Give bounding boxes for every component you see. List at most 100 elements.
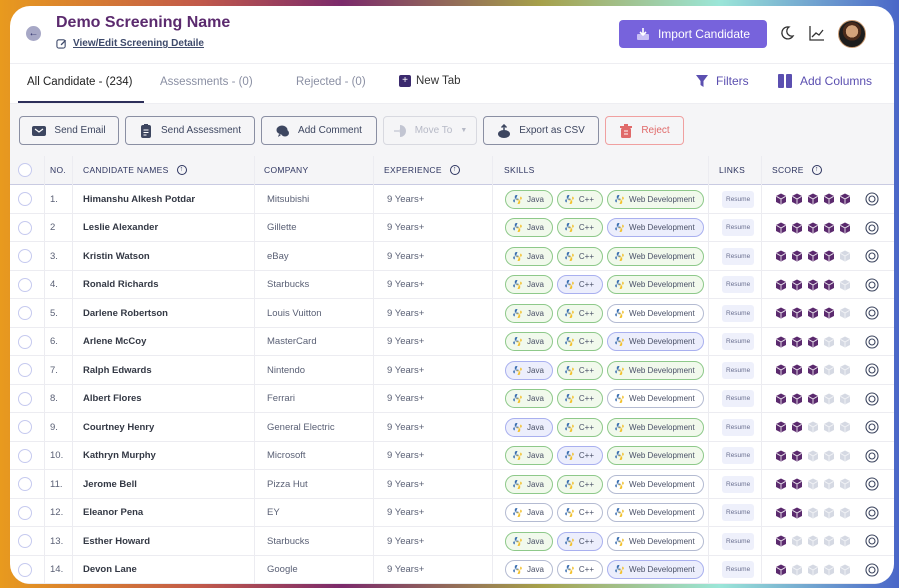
candidate-name[interactable]: Courtney Henry xyxy=(83,413,154,441)
skill-chip[interactable]: Web Development xyxy=(607,332,704,351)
skill-chip[interactable]: Java xyxy=(505,560,553,579)
send-assessment-button[interactable]: Send Assessment xyxy=(125,116,255,145)
view-icon[interactable] xyxy=(865,220,879,235)
back-arrow-icon[interactable]: ← xyxy=(26,26,41,41)
row-checkbox[interactable] xyxy=(18,420,32,434)
skill-chip[interactable]: Web Development xyxy=(607,560,704,579)
skill-chip[interactable]: C++ xyxy=(556,560,604,579)
skill-chip[interactable]: C++ xyxy=(556,218,604,237)
move-to-dropdown[interactable]: Move To ▼ xyxy=(383,116,477,145)
candidate-name[interactable]: Albert Flores xyxy=(83,385,142,413)
edit-screening-link[interactable]: View/Edit Screening Detaile xyxy=(56,38,204,49)
skill-chip[interactable]: Java xyxy=(505,417,553,437)
row-checkbox[interactable] xyxy=(18,249,32,263)
skill-chip[interactable]: Java xyxy=(505,303,553,323)
tab-rejected[interactable]: Rejected - (0) xyxy=(296,76,366,88)
view-icon[interactable] xyxy=(865,249,879,263)
export-csv-button[interactable]: Export as CSV xyxy=(483,116,599,145)
resume-link[interactable]: Resume xyxy=(722,190,755,208)
resume-link[interactable]: Resume xyxy=(722,532,755,550)
view-icon[interactable] xyxy=(865,477,879,491)
table-row[interactable]: 7. Ralph Edwards Nintendo 9 Years+ Java C… xyxy=(10,356,894,385)
skill-chip[interactable]: Java xyxy=(505,189,553,209)
tab-assessments[interactable]: Assessments - (0) xyxy=(160,76,253,88)
skill-chip[interactable]: Java xyxy=(505,389,553,408)
table-row[interactable]: 8. Albert Flores Ferrari 9 Years+ Java C+… xyxy=(10,385,894,413)
table-row[interactable]: 1. Himanshu Alkesh Potdar Mitsubishi 9 Y… xyxy=(10,185,894,214)
row-checkbox[interactable] xyxy=(18,277,32,292)
row-checkbox[interactable] xyxy=(18,363,32,377)
filters-button[interactable]: Filters xyxy=(696,74,749,88)
table-row[interactable]: 13. Esther Howard Starbucks 9 Years+ Jav… xyxy=(10,527,894,556)
view-icon[interactable] xyxy=(865,448,879,463)
skill-chip[interactable]: Web Development xyxy=(607,218,704,237)
send-email-button[interactable]: Send Email xyxy=(19,116,119,145)
row-checkbox[interactable] xyxy=(18,448,32,463)
add-columns-button[interactable]: Add Columns xyxy=(778,74,872,88)
table-row[interactable]: 11. Jerome Bell Pizza Hut 9 Years+ Java C… xyxy=(10,470,894,499)
resume-link[interactable]: Resume xyxy=(722,219,755,236)
skill-chip[interactable]: C++ xyxy=(556,474,604,494)
view-icon[interactable] xyxy=(865,192,879,206)
resume-link[interactable]: Resume xyxy=(722,504,755,521)
skill-chip[interactable]: Web Development xyxy=(607,446,704,465)
resume-link[interactable]: Resume xyxy=(722,333,755,350)
resume-link[interactable]: Resume xyxy=(722,361,755,379)
resume-link[interactable]: Resume xyxy=(722,304,755,322)
skill-chip[interactable]: Java xyxy=(505,218,553,237)
resume-link[interactable]: Resume xyxy=(722,561,755,578)
skill-chip[interactable]: C++ xyxy=(556,246,604,266)
sort-icon[interactable]: ↑ xyxy=(449,165,460,175)
column-score[interactable]: SCORE ↑ xyxy=(772,165,822,175)
resume-link[interactable]: Resume xyxy=(722,276,755,293)
import-candidate-button[interactable]: Import Candidate xyxy=(619,20,767,48)
row-checkbox[interactable] xyxy=(18,562,32,577)
skill-chip[interactable]: Java xyxy=(505,275,553,294)
skill-chip[interactable]: C++ xyxy=(556,389,604,408)
table-row[interactable]: 6. Arlene McCoy MasterCard 9 Years+ Java… xyxy=(10,328,894,356)
candidate-name[interactable]: Jerome Bell xyxy=(83,470,137,498)
candidate-name[interactable]: Kathryn Murphy xyxy=(83,442,156,470)
new-tab-button[interactable]: + New Tab xyxy=(399,75,461,87)
skill-chip[interactable]: Java xyxy=(505,332,553,351)
skill-chip[interactable]: Web Development xyxy=(607,246,704,266)
view-icon[interactable] xyxy=(865,334,879,349)
skill-chip[interactable]: C++ xyxy=(556,189,604,209)
skill-chip[interactable]: C++ xyxy=(556,503,604,522)
skill-chip[interactable]: Java xyxy=(505,446,553,465)
avatar[interactable] xyxy=(838,20,866,48)
column-experience[interactable]: EXPERIENCE ↑ xyxy=(384,165,460,175)
candidate-name[interactable]: Leslie Alexander xyxy=(83,214,158,242)
skill-chip[interactable]: C++ xyxy=(556,446,604,465)
skill-chip[interactable]: Web Development xyxy=(607,417,704,437)
add-comment-button[interactable]: Add Comment xyxy=(261,116,377,145)
skill-chip[interactable]: C++ xyxy=(556,303,604,323)
skill-chip[interactable]: C++ xyxy=(556,360,604,380)
view-icon[interactable] xyxy=(865,363,879,377)
skill-chip[interactable]: C++ xyxy=(556,531,604,551)
view-icon[interactable] xyxy=(865,391,879,406)
candidate-name[interactable]: Esther Howard xyxy=(83,527,150,555)
table-row[interactable]: 5. Darlene Robertson Louis Vuitton 9 Yea… xyxy=(10,299,894,328)
row-checkbox[interactable] xyxy=(18,534,32,548)
view-icon[interactable] xyxy=(865,505,879,520)
skill-chip[interactable]: Java xyxy=(505,531,553,551)
row-checkbox[interactable] xyxy=(18,306,32,320)
view-icon[interactable] xyxy=(865,534,879,548)
select-all-checkbox[interactable] xyxy=(18,163,32,177)
sort-icon[interactable]: ↑ xyxy=(176,165,187,175)
candidate-name[interactable]: Ronald Richards xyxy=(83,271,159,299)
sort-icon[interactable]: ↑ xyxy=(811,165,822,175)
candidate-name[interactable]: Himanshu Alkesh Potdar xyxy=(83,185,195,213)
table-row[interactable]: 12. Eleanor Pena EY 9 Years+ Java C++ Web … xyxy=(10,499,894,527)
row-checkbox[interactable] xyxy=(18,192,32,206)
skill-chip[interactable]: Web Development xyxy=(607,189,704,209)
column-candidate-names[interactable]: CANDIDATE NAMES ↑ xyxy=(83,165,187,175)
skill-chip[interactable]: Web Development xyxy=(607,360,704,380)
row-checkbox[interactable] xyxy=(18,334,32,349)
candidate-name[interactable]: Eleanor Pena xyxy=(83,499,143,527)
view-icon[interactable] xyxy=(865,562,879,577)
skill-chip[interactable]: Java xyxy=(505,360,553,380)
skill-chip[interactable]: Web Development xyxy=(607,303,704,323)
resume-link[interactable]: Resume xyxy=(722,247,755,265)
